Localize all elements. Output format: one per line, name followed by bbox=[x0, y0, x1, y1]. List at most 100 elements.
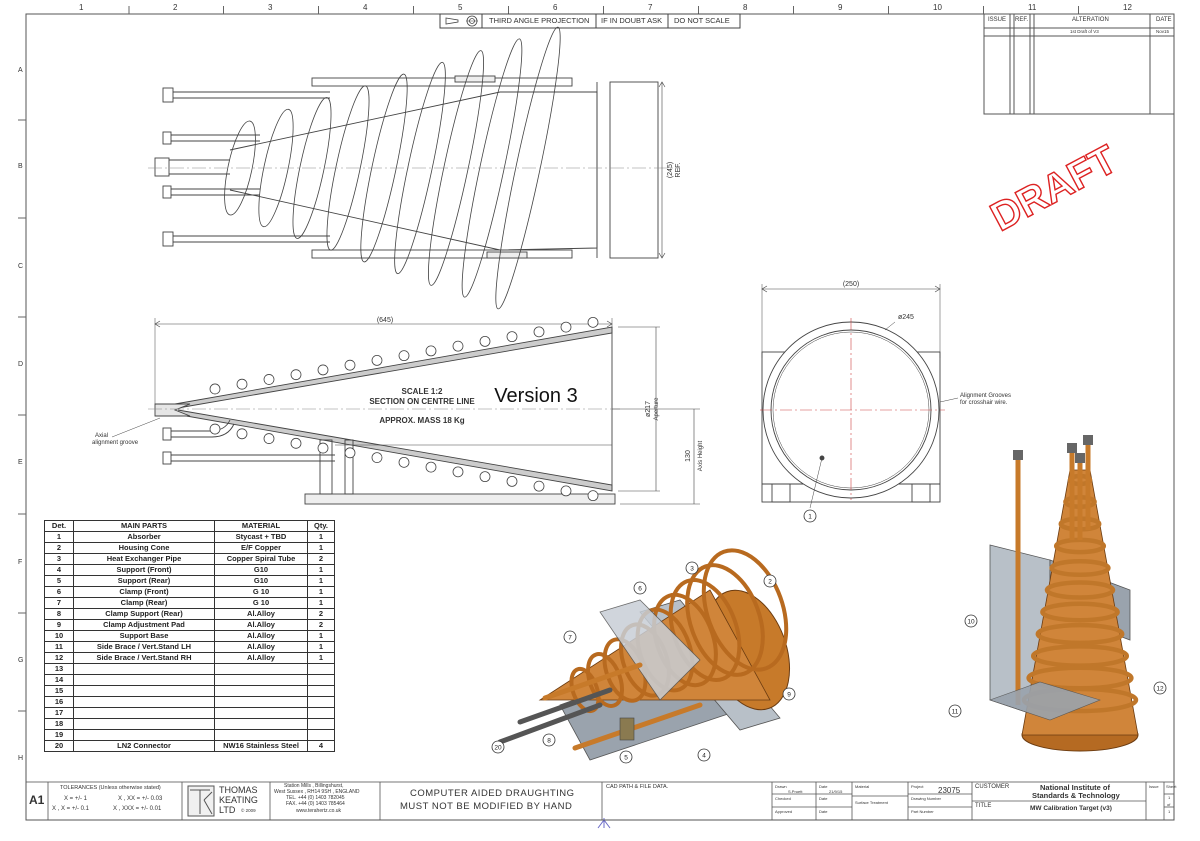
bom-row: 15 bbox=[44, 685, 335, 697]
company-line-2: KEATING bbox=[219, 795, 258, 805]
coil-section bbox=[479, 335, 491, 347]
thomas-keating-logo bbox=[187, 785, 215, 817]
tolerance-3: X , X = +/- 0.1 bbox=[52, 806, 90, 812]
bom-qty: 1 bbox=[307, 531, 335, 543]
zone-row-E: E bbox=[18, 459, 23, 466]
bom-det: 12 bbox=[44, 652, 74, 664]
ref-label: REF. bbox=[675, 162, 682, 177]
bom-part: Clamp Support (Rear) bbox=[73, 608, 215, 620]
coil-section bbox=[371, 355, 383, 366]
bom-part bbox=[73, 696, 215, 708]
coil-section bbox=[290, 437, 302, 449]
bom-material: Copper Spiral Tube bbox=[214, 553, 308, 565]
zone-col-2: 2 bbox=[173, 3, 178, 12]
bom-qty bbox=[307, 663, 335, 675]
bom-qty bbox=[307, 685, 335, 697]
balloon-label: 6 bbox=[638, 586, 642, 593]
sheet-total: 1 bbox=[1168, 809, 1171, 814]
bom-qty: 1 bbox=[307, 542, 335, 554]
zone-col-3: 3 bbox=[268, 3, 273, 12]
bom-row: 10 Support Base Al.Alloy 1 bbox=[44, 630, 335, 642]
sheet-size: A1 bbox=[29, 793, 45, 807]
bom-part: Support Base bbox=[73, 630, 215, 642]
bill-of-materials: Det. MAIN PARTS MATERIAL Qty. 1 Absorber S… bbox=[44, 520, 335, 752]
title-label: TITLE bbox=[975, 803, 992, 809]
bom-qty: 1 bbox=[307, 641, 335, 653]
drawn-by: S.Pruett bbox=[788, 789, 803, 794]
section-view bbox=[111, 316, 700, 505]
bom-header-det: Det. bbox=[44, 520, 74, 532]
bom-row: 16 bbox=[44, 696, 335, 708]
drawn-date: 21/9/15 bbox=[829, 789, 843, 794]
company-line-1: THOMAS bbox=[219, 785, 258, 795]
drawn-label: Drawn bbox=[775, 784, 787, 789]
bom-det: 11 bbox=[44, 641, 74, 653]
bom-material: G10 bbox=[214, 564, 308, 576]
coil-section bbox=[425, 345, 437, 357]
revision-alteration-header: ALTERATION bbox=[1072, 17, 1109, 23]
bom-qty: 1 bbox=[307, 575, 335, 587]
zone-col-7: 7 bbox=[648, 3, 653, 12]
coil-section bbox=[452, 466, 464, 478]
zone-col-8: 8 bbox=[743, 3, 748, 12]
customer-name-2: Standards & Technology bbox=[1032, 791, 1120, 800]
ref-dimension: (245) bbox=[667, 162, 674, 178]
bom-qty: 1 bbox=[307, 564, 335, 576]
bom-qty bbox=[307, 729, 335, 741]
revision-row-date: Nov15 bbox=[1156, 29, 1170, 34]
bom-header-material: MATERIAL bbox=[214, 520, 308, 532]
bom-det: 1 bbox=[44, 531, 74, 543]
balloon-label: 8 bbox=[547, 738, 551, 745]
coil-section bbox=[560, 321, 572, 333]
bom-header-qty: Qty. bbox=[307, 520, 335, 532]
bom-material bbox=[214, 674, 308, 686]
bom-row: 14 bbox=[44, 674, 335, 686]
bom-material bbox=[214, 663, 308, 675]
bom-row: 18 bbox=[44, 718, 335, 730]
diameter-dimension: ø245 bbox=[898, 314, 914, 321]
bom-row: 1 Absorber Stycast + TBD 1 bbox=[44, 531, 335, 543]
coil-section bbox=[398, 456, 410, 468]
checked-label: Checked bbox=[775, 796, 791, 801]
coil-section bbox=[263, 374, 275, 385]
company-line-3: LTD bbox=[219, 805, 236, 815]
noscale-label: DO NOT SCALE bbox=[674, 16, 730, 25]
balloon-label: 5 bbox=[624, 755, 628, 762]
bom-part: Heat Exchanger Pipe bbox=[73, 553, 215, 565]
bom-material bbox=[214, 707, 308, 719]
zone-row-F: F bbox=[18, 559, 23, 566]
bom-row: 3 Heat Exchanger Pipe Copper Spiral Tube 2 bbox=[44, 553, 335, 565]
tip-note-2: alignment groove bbox=[92, 440, 139, 446]
zone-row-G: G bbox=[18, 657, 24, 664]
bom-qty: 1 bbox=[307, 597, 335, 609]
drawing-title: MW Calibration Target (v3) bbox=[1030, 805, 1112, 812]
isometric-view-front bbox=[497, 548, 791, 761]
bom-material bbox=[214, 729, 308, 741]
bom-material bbox=[214, 696, 308, 708]
bom-row: 2 Housing Cone E/F Copper 1 bbox=[44, 542, 335, 554]
zone-row-labels bbox=[18, 119, 26, 712]
bom-material: Al.Alloy bbox=[214, 652, 308, 664]
front-view bbox=[760, 284, 959, 509]
projection-label: THIRD ANGLE PROJECTION bbox=[489, 16, 590, 25]
bom-qty: 2 bbox=[307, 619, 335, 631]
bom-part bbox=[73, 685, 215, 697]
bom-row: 12 Side Brace / Vert.Stand RH Al.Alloy 1 bbox=[44, 652, 335, 664]
coil-section bbox=[371, 452, 383, 463]
cad-path-label: CAD PATH & FILE DATA. bbox=[606, 784, 669, 790]
bom-qty bbox=[307, 718, 335, 730]
bom-det: 20 bbox=[44, 740, 74, 752]
coil-section bbox=[398, 350, 410, 362]
grooves-note-2: for crosshair wire. bbox=[960, 400, 1008, 406]
bom-row: 5 Support (Rear) G10 1 bbox=[44, 575, 335, 587]
mass-note: APPROX. MASS 18 Kg bbox=[379, 416, 464, 425]
bom-material: E/F Copper bbox=[214, 542, 308, 554]
coil-section bbox=[587, 316, 599, 328]
balloon-label: 7 bbox=[568, 635, 572, 642]
approved-label: Approved bbox=[775, 809, 793, 814]
bom-det: 9 bbox=[44, 619, 74, 631]
bom-part: Side Brace / Vert.Stand LH bbox=[73, 641, 215, 653]
balloon-label: 3 bbox=[690, 566, 694, 573]
tip-note-1: Axial bbox=[95, 433, 108, 439]
doubt-label: IF IN DOUBT ASK bbox=[601, 16, 663, 25]
